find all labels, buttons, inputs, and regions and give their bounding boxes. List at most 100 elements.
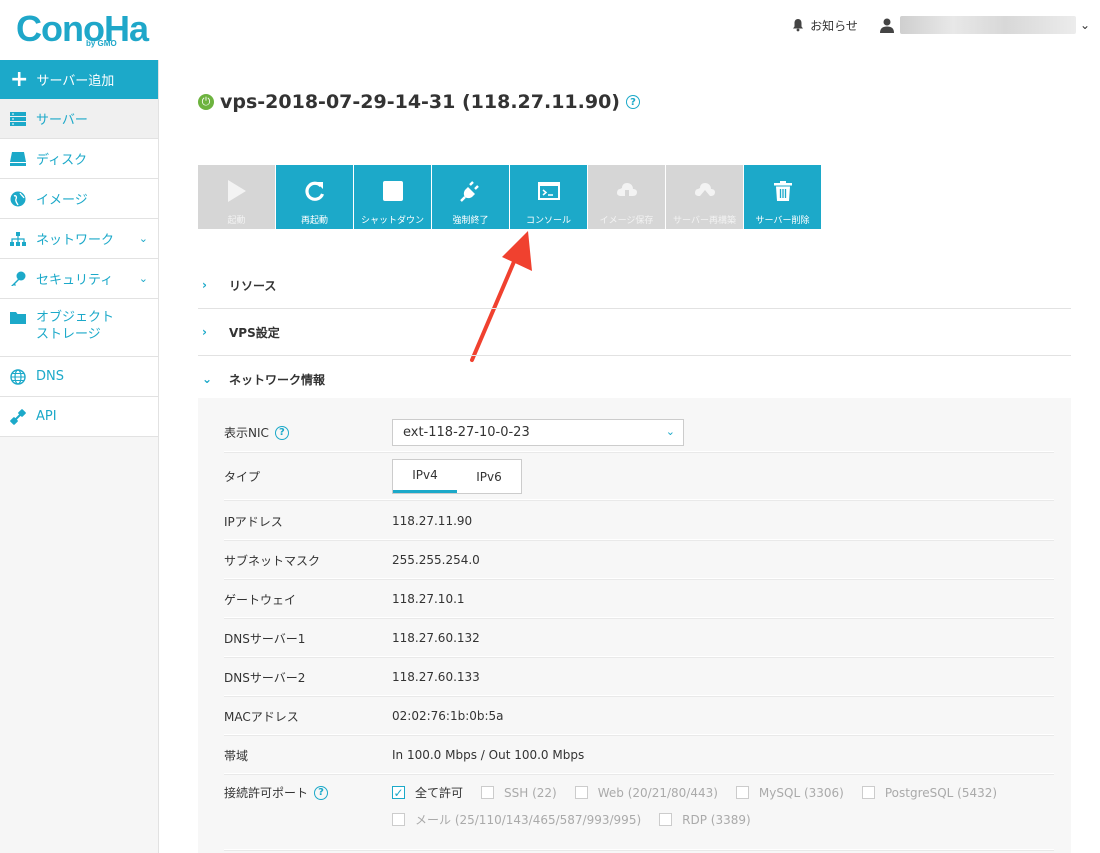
mac-value: 02:02:76:1b:0b:5a	[392, 709, 504, 723]
sidebar-item-object-storage[interactable]: オブジェクト ストレージ	[0, 299, 158, 357]
download-icon	[616, 183, 637, 202]
port-label: RDP (3389)	[682, 812, 751, 827]
checkbox	[481, 786, 495, 799]
section-resources[interactable]: › リソース	[198, 262, 1071, 309]
port-rdp[interactable]: RDP (3389)	[659, 811, 751, 828]
port-postgresql[interactable]: PostgreSQL (5432)	[861, 784, 998, 801]
subnet-label: サブネットマスク	[224, 553, 321, 568]
plug-icon	[459, 181, 479, 202]
username-redacted	[899, 16, 1076, 34]
port-mysql[interactable]: MySQL (3306)	[735, 784, 844, 801]
folder-icon	[10, 309, 26, 325]
sidebar-add-label: サーバー追加	[36, 74, 115, 89]
sidebar-item-label: ネットワーク	[36, 233, 115, 248]
checkbox	[659, 813, 673, 826]
nic-select-value: ext-118-27-10-0-23	[403, 425, 530, 440]
sidebar: + サーバー追加 サーバー ディスク イメージ ネットワーク ⌄ セキュリティ …	[0, 60, 159, 853]
logo-text: ConoHa	[16, 8, 149, 49]
type-label: タイプ	[224, 470, 261, 484]
conoha-logo[interactable]: ConoHa by GMO	[16, 8, 149, 50]
section-vps-settings[interactable]: › VPS設定	[198, 309, 1071, 356]
section-network-info[interactable]: ⌄ ネットワーク情報	[198, 356, 1071, 403]
subnet-value: 255.255.254.0	[392, 553, 480, 567]
gateway-row: ゲートウェイ 118.27.10.1	[224, 581, 1054, 618]
console-button[interactable]: コンソール	[510, 165, 587, 229]
key-icon	[10, 271, 26, 287]
sidebar-item-label: イメージ	[36, 193, 88, 208]
checkbox	[574, 786, 588, 799]
api-icon	[10, 408, 26, 425]
gateway-label: ゲートウェイ	[224, 592, 297, 607]
chevron-down-icon: ⌄	[138, 272, 148, 285]
dns1-row: DNSサーバー1 118.27.60.132	[224, 620, 1054, 657]
nic-label-text: 表示NIC	[224, 426, 269, 440]
help-icon[interactable]: ?	[625, 95, 640, 109]
start-button[interactable]: 起動	[198, 165, 275, 229]
port-label: 全て許可	[415, 786, 464, 800]
ip-row: IPアドレス 118.27.11.90	[224, 503, 1054, 540]
force-stop-button[interactable]: 強制終了	[432, 165, 509, 229]
chevron-down-icon: ⌄	[1079, 18, 1090, 32]
server-title-row: ⏻ vps-2018-07-29-14-31 (118.27.11.90) ?	[198, 91, 640, 113]
nic-select[interactable]: ext-118-27-10-0-23 ⌄	[392, 419, 684, 446]
tab-ipv6[interactable]: IPv6	[457, 460, 521, 493]
logo-sub-text: by GMO	[86, 39, 117, 48]
ports-label: 接続許可ポート ?	[224, 784, 392, 801]
notice-button[interactable]: お知らせ	[791, 17, 858, 34]
save-image-button[interactable]: イメージ保存	[588, 165, 665, 229]
port-allow-all[interactable]: ✓ 全て許可	[392, 784, 463, 801]
checkbox	[392, 813, 405, 826]
mac-row: MACアドレス 02:02:76:1b:0b:5a	[224, 698, 1054, 735]
server-icon	[10, 111, 26, 127]
help-icon[interactable]: ?	[274, 425, 289, 440]
dns1-label: DNSサーバー1	[224, 631, 306, 646]
port-mail[interactable]: メール (25/110/143/465/587/993/995)	[392, 811, 641, 828]
sidebar-item-dns[interactable]: DNS	[0, 357, 158, 397]
ports-label-text: 接続許可ポート	[224, 786, 309, 800]
dns2-row: DNSサーバー2 118.27.60.133	[224, 659, 1054, 696]
user-icon	[879, 18, 894, 33]
sidebar-item-label: サーバー	[36, 113, 88, 128]
globe-icon	[10, 191, 26, 207]
play-icon	[227, 180, 246, 202]
sidebar-item-network[interactable]: ネットワーク ⌄	[0, 219, 158, 259]
disk-icon	[10, 151, 26, 167]
sidebar-item-label: セキュリティ	[36, 273, 114, 288]
nic-row: 表示NIC ? ext-118-27-10-0-23 ⌄	[224, 414, 1054, 452]
section-resources-label: リソース	[229, 278, 277, 293]
chevron-right-icon: ›	[202, 325, 207, 339]
sidebar-item-label: ディスク	[36, 153, 88, 168]
sidebar-item-label: オブジェクト ストレージ	[36, 309, 114, 343]
section-network-info-label: ネットワーク情報	[229, 372, 326, 387]
sidebar-item-disk[interactable]: ディスク	[0, 139, 158, 179]
restart-button[interactable]: 再起動	[276, 165, 353, 229]
chevron-down-icon: ⌄	[202, 372, 213, 386]
port-ssh[interactable]: SSH (22)	[481, 784, 557, 801]
sidebar-item-label: DNS	[36, 369, 64, 384]
notice-label: お知らせ	[810, 18, 858, 33]
top-header: ConoHa by GMO お知らせ ⌄	[0, 0, 1100, 60]
shutdown-button[interactable]: シャットダウン	[354, 165, 431, 229]
main-content: ⏻ vps-2018-07-29-14-31 (118.27.11.90) ? …	[160, 60, 1100, 853]
port-label: MySQL (3306)	[758, 785, 844, 800]
delete-server-button[interactable]: サーバー削除	[744, 165, 821, 229]
tab-ipv4[interactable]: IPv4	[393, 460, 457, 493]
port-web[interactable]: Web (20/21/80/443)	[574, 784, 718, 801]
sidebar-add-server-button[interactable]: + サーバー追加	[0, 60, 158, 99]
sidebar-item-image[interactable]: イメージ	[0, 179, 158, 219]
sidebar-item-server[interactable]: サーバー	[0, 99, 158, 139]
port-label: PostgreSQL (5432)	[884, 785, 998, 800]
rebuild-server-button[interactable]: サーバー再構築	[666, 165, 743, 229]
sidebar-item-api[interactable]: API	[0, 397, 158, 437]
user-menu[interactable]: ⌄	[879, 16, 1090, 34]
ip-type-tabs: IPv4 IPv6	[392, 459, 522, 494]
help-icon[interactable]: ?	[314, 785, 329, 800]
label-line-1: オブジェクト	[36, 310, 115, 325]
restart-icon	[304, 181, 324, 201]
chevron-right-icon: ›	[202, 278, 207, 292]
plus-icon: +	[10, 66, 29, 92]
ip-value: 118.27.11.90	[392, 514, 473, 528]
nic-label: 表示NIC ?	[224, 424, 392, 441]
sidebar-item-security[interactable]: セキュリティ ⌄	[0, 259, 158, 299]
server-action-toolbar: 起動 再起動 シャットダウン 強制終了 コンソール イメージ保存 サーバー再構築	[198, 165, 822, 229]
